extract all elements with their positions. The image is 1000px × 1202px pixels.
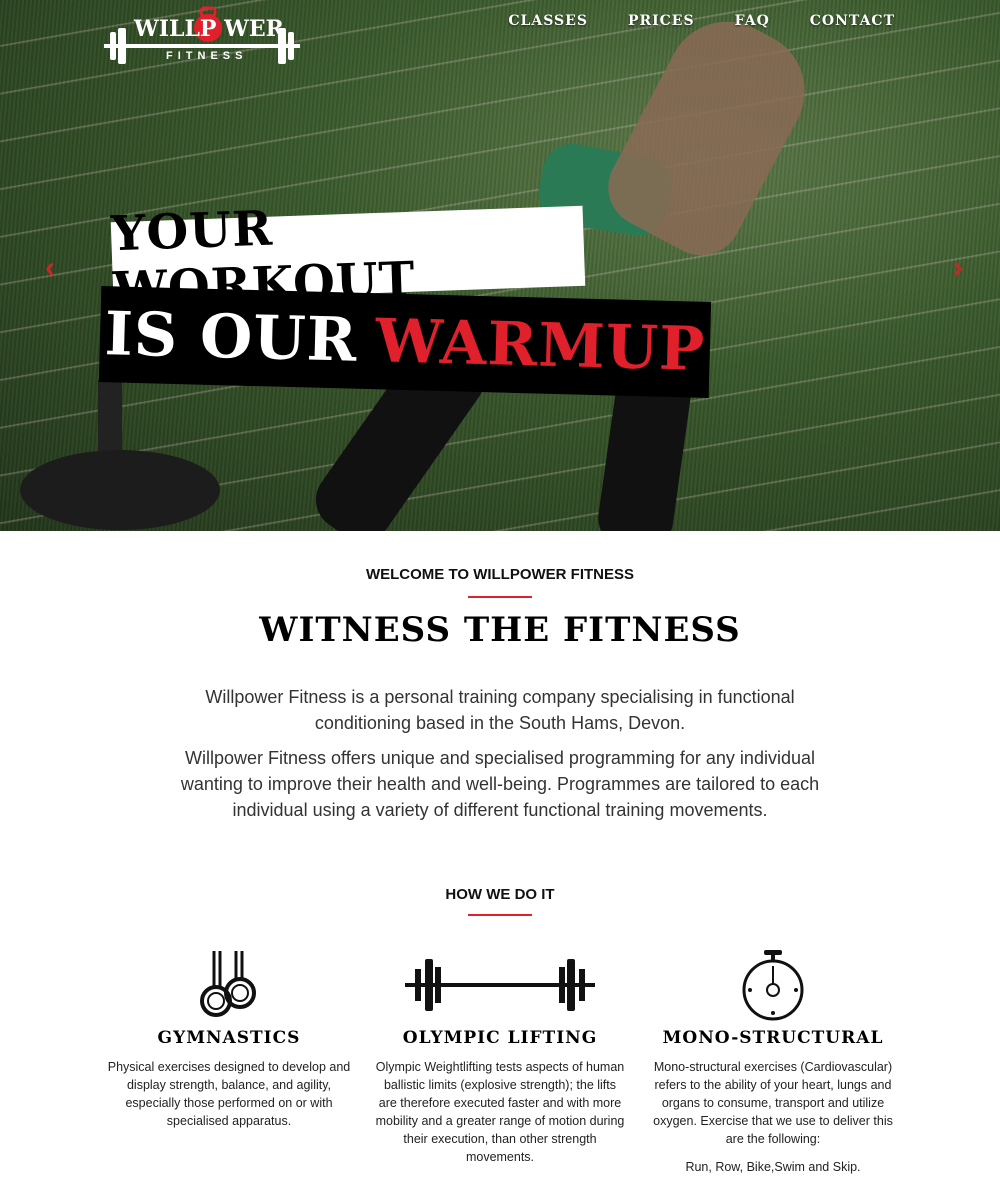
feature-olympic-lifting: OLYMPIC LIFTING Olympic Weightlifting te… [375, 946, 625, 1166]
main-nav: CLASSES PRICES FAQ CONTACT [508, 13, 895, 29]
feature-title: OLYMPIC LIFTING [402, 1028, 598, 1048]
hero-banner: WILLP WER FITNESS CLASSES PRICES FAQ CON… [0, 0, 1000, 531]
intro-paragraph-2: Willpower Fitness offers unique and spec… [180, 748, 820, 820]
nav-classes[interactable]: CLASSES [508, 13, 588, 29]
feature-text: Olympic Weightlifting tests aspects of h… [375, 1060, 625, 1164]
feature-extra-text: Run, Row, Bike,Swim and Skip. [685, 1160, 861, 1174]
page-title: WITNESS THE FITNESS [259, 610, 741, 650]
how-divider [468, 914, 532, 916]
hero-weight-plate [20, 450, 220, 530]
nav-faq[interactable]: FAQ [735, 13, 770, 29]
nav-contact[interactable]: CONTACT [810, 13, 895, 29]
barbell-icon [375, 946, 625, 1024]
slider-prev-icon[interactable]: ‹ [40, 252, 60, 284]
stopwatch-icon [648, 946, 898, 1024]
rings-icon [104, 946, 354, 1024]
feature-title: MONO-STRUCTURAL [662, 1028, 884, 1048]
nav-prices[interactable]: PRICES [628, 13, 695, 29]
feature-text: Mono-structural exercises (Cardiovascula… [653, 1060, 893, 1146]
welcome-divider [468, 596, 532, 598]
brand-logo[interactable]: WILLP WER FITNESS [104, 6, 300, 70]
feature-text: Physical exercises designed to develop a… [107, 1060, 351, 1128]
hero-headline-line2-red: WARMUP [374, 306, 707, 385]
welcome-label: WELCOME TO WILLPOWER FITNESS [365, 566, 635, 583]
how-label: HOW WE DO IT [445, 886, 555, 903]
logo-wordmark: WILLP WER [134, 16, 284, 42]
feature-gymnastics: GYMNASTICS Physical exercises designed t… [104, 946, 354, 1130]
feature-mono-structural: MONO-STRUCTURAL Mono-structural exercise… [648, 946, 898, 1176]
intro-paragraph-1: Willpower Fitness is a personal training… [205, 687, 795, 733]
hero-headline-line2-white: IS OUR [103, 299, 359, 376]
hero-headline-line2: IS OUR WARMUP [98, 286, 712, 398]
slider-next-icon[interactable]: › [948, 252, 968, 284]
logo-subtitle: FITNESS [166, 50, 248, 62]
feature-title: GYMNASTICS [157, 1028, 301, 1048]
